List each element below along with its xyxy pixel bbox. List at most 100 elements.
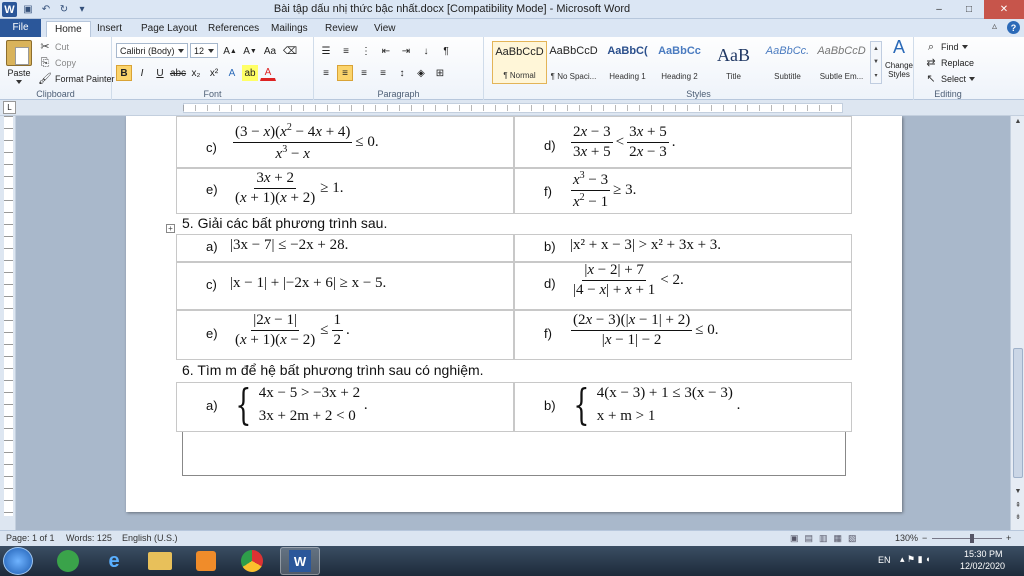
strikethrough-icon[interactable]: abc	[170, 65, 186, 81]
media-player-icon[interactable]	[186, 547, 226, 575]
justify-icon[interactable]: ≡	[375, 65, 391, 81]
help-icon[interactable]: ?	[1007, 21, 1020, 34]
align-left-icon[interactable]: ≡	[318, 65, 334, 81]
tab-mailings[interactable]: Mailings	[271, 21, 308, 37]
tab-page-layout[interactable]: Page Layout	[141, 21, 197, 37]
font-family-select[interactable]: Calibri (Body)	[116, 43, 188, 58]
inequality-4e: 3x + 2 (x + 1)(x + 2) ≥ 1.	[235, 170, 344, 206]
tab-selector-icon[interactable]: L	[3, 101, 16, 114]
style-no-spacing[interactable]: AaBbCcD ¶ No Spaci...	[546, 41, 601, 84]
format-painter-button[interactable]: 🖌 Format Painter	[38, 72, 115, 86]
bold-icon[interactable]: B	[116, 65, 132, 81]
list-buttons: ☰ ≡ ⋮ ⇤ ⇥ ↓ ¶	[318, 43, 454, 59]
tab-review[interactable]: Review	[325, 21, 358, 37]
horizontal-ruler[interactable]: L	[0, 100, 1024, 116]
shrink-font-icon[interactable]: A ▼	[242, 43, 258, 59]
style-subtle-emphasis[interactable]: AaBbCcD Subtle Em...	[814, 41, 869, 84]
inequality-5b: |x² + x − 3| > x² + 3x + 3.	[570, 237, 722, 253]
tab-file[interactable]: File	[0, 19, 41, 37]
tab-insert[interactable]: Insert	[97, 21, 122, 37]
align-center-icon[interactable]: ≡	[337, 65, 353, 81]
inequality-5e: |2x − 1| (x + 1)(x − 2) ≤ 12 .	[235, 312, 350, 348]
increase-indent-icon[interactable]: ⇥	[398, 43, 414, 59]
item-label: b)	[544, 398, 556, 413]
input-language[interactable]: EN	[878, 555, 891, 565]
line-spacing-icon[interactable]: ↕	[394, 65, 410, 81]
text-effects-icon[interactable]: A	[224, 65, 240, 81]
clear-formatting-icon[interactable]: ⌫	[282, 43, 298, 59]
clock-time[interactable]: 15:30 PM	[964, 549, 1003, 559]
copy-button[interactable]: ⎘ Copy	[38, 56, 76, 70]
page-count[interactable]: Page: 1 of 1	[6, 533, 55, 543]
zoom-slider-knob[interactable]	[970, 534, 974, 543]
replace-button[interactable]: ⇄ Replace	[924, 56, 974, 70]
align-right-icon[interactable]: ≡	[356, 65, 372, 81]
tab-home[interactable]: Home	[46, 21, 91, 37]
shading-icon[interactable]: ◈	[413, 65, 429, 81]
select-button[interactable]: ↖ Select	[924, 72, 976, 86]
previous-page-icon[interactable]: ⇞	[1011, 500, 1024, 512]
borders-icon[interactable]: ⊞	[432, 65, 448, 81]
language-indicator[interactable]: English (U.S.)	[122, 533, 178, 543]
show-marks-icon[interactable]: ¶	[438, 43, 454, 59]
internet-explorer-icon[interactable]: e	[94, 547, 134, 575]
table-move-handle-icon[interactable]: +	[166, 224, 175, 233]
scroll-thumb[interactable]	[1013, 348, 1023, 478]
minimize-ribbon-icon[interactable]: ▵	[992, 21, 997, 34]
start-button-icon[interactable]	[3, 547, 33, 575]
table-cell	[514, 116, 852, 168]
change-case-icon[interactable]: Aa	[262, 43, 278, 59]
tab-references[interactable]: References	[208, 21, 259, 37]
chrome-icon[interactable]	[232, 547, 272, 575]
close-button[interactable]: ✕	[984, 0, 1024, 19]
file-explorer-icon[interactable]	[140, 547, 180, 575]
change-styles-button[interactable]: A Change Styles	[884, 38, 914, 79]
clock-date[interactable]: 12/02/2020	[960, 561, 1005, 571]
word-count[interactable]: Words: 125	[66, 533, 112, 543]
taskbar-app-icon[interactable]	[48, 547, 88, 575]
next-page-icon[interactable]: ⇟	[1011, 512, 1024, 524]
numbering-icon[interactable]: ≡	[338, 43, 354, 59]
font-group: Calibri (Body) 12 A ▲ A ▼ Aa ⌫ B I U abc x…	[112, 37, 314, 100]
tab-view[interactable]: View	[374, 21, 396, 37]
minimize-button[interactable]: –	[924, 0, 954, 19]
styles-gallery-scroll[interactable]: ▲ ▼ ▾	[870, 41, 882, 84]
scroll-down-icon[interactable]: ▼	[1011, 486, 1024, 498]
zoom-out-icon[interactable]: −	[922, 533, 927, 543]
maximize-button[interactable]: □	[954, 0, 984, 19]
style-normal[interactable]: AaBbCcD ¶ Normal	[492, 41, 547, 84]
view-buttons[interactable]: ▣▤▥▦▧	[790, 533, 863, 544]
zoom-level[interactable]: 130%	[895, 533, 918, 543]
find-button[interactable]: ⌕ Find	[924, 40, 968, 54]
scroll-up-icon[interactable]: ▲	[1011, 116, 1024, 128]
grow-font-icon[interactable]: A ▲	[222, 43, 238, 59]
decrease-indent-icon[interactable]: ⇤	[378, 43, 394, 59]
document-page[interactable]: c) (3 − x)(x2 − 4x + 4) x3 − x ≤ 0. d) 2x…	[126, 116, 902, 512]
item-label: a)	[206, 239, 218, 254]
vertical-scrollbar[interactable]: ▲ ▼ ⇞ ⇟	[1010, 116, 1024, 530]
zoom-in-icon[interactable]: +	[1006, 533, 1011, 543]
style-title[interactable]: AaB Title	[706, 41, 761, 84]
ruler-ticks	[183, 105, 843, 111]
cut-button[interactable]: ✂ Cut	[38, 40, 69, 54]
style-heading-1[interactable]: AaBbC( Heading 1	[600, 41, 655, 84]
tray-icons[interactable]: ▴ ⚑ ▮ ◖	[900, 554, 930, 565]
replace-icon: ⇄	[926, 57, 936, 69]
highlight-icon[interactable]: ab	[242, 65, 258, 81]
font-size-select[interactable]: 12	[190, 43, 218, 58]
style-subtitle[interactable]: AaBbCc. Subtitle	[760, 41, 815, 84]
vertical-ruler[interactable]	[0, 116, 16, 530]
subscript-icon[interactable]: x₂	[188, 65, 204, 81]
bullets-icon[interactable]: ☰	[318, 43, 334, 59]
font-color-icon[interactable]: A	[260, 65, 276, 81]
underline-icon[interactable]: U	[152, 65, 168, 81]
paste-button[interactable]: Paste	[6, 40, 32, 84]
multilevel-list-icon[interactable]: ⋮	[358, 43, 374, 59]
italic-icon[interactable]: I	[134, 65, 150, 81]
sort-icon[interactable]: ↓	[418, 43, 434, 59]
superscript-icon[interactable]: x²	[206, 65, 222, 81]
word-taskbar-icon[interactable]: W	[280, 547, 320, 575]
style-heading-2[interactable]: AaBbCc Heading 2	[652, 41, 707, 84]
cursor-icon: ↖	[926, 73, 936, 85]
zoom-slider[interactable]	[932, 538, 1002, 539]
